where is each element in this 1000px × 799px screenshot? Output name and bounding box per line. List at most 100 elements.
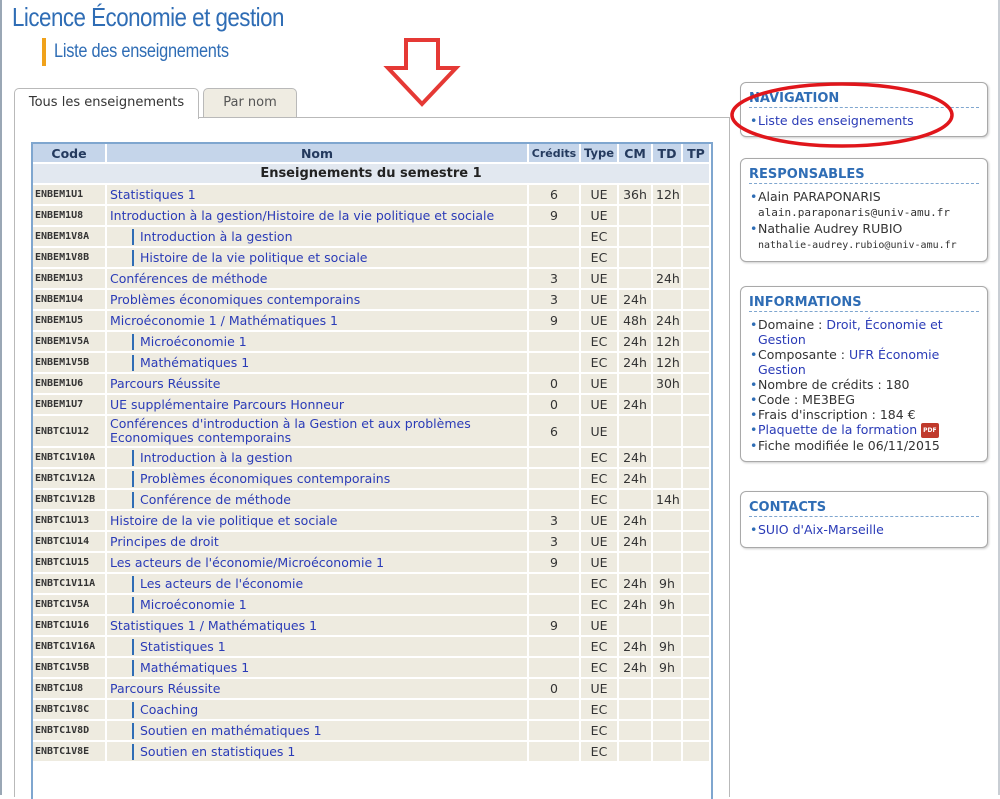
course-name-ec-link[interactable]: Soutien en statistiques 1 bbox=[132, 743, 295, 760]
course-name-ec-link[interactable]: Microéconomie 1 bbox=[132, 333, 247, 350]
course-name-ec-link[interactable]: Mathématiques 1 bbox=[132, 659, 249, 676]
course-tp bbox=[683, 700, 709, 719]
course-code: ENBTC1V12A bbox=[33, 469, 105, 488]
responsable-item: Alain PARAPONARIS alain.paraponaris@univ… bbox=[750, 189, 987, 220]
course-cm bbox=[619, 269, 651, 288]
course-cm bbox=[619, 742, 651, 761]
course-cm bbox=[619, 700, 651, 719]
course-td bbox=[653, 448, 681, 467]
course-type: UE bbox=[581, 511, 617, 530]
course-cm bbox=[619, 721, 651, 740]
course-cm: 24h bbox=[619, 332, 651, 351]
course-cm: 24h bbox=[619, 448, 651, 467]
col-header-code[interactable]: Code bbox=[33, 144, 105, 162]
course-td: 24h bbox=[653, 269, 681, 288]
table-row: ENBEM1U5 Microéconomie 1 / Mathématiques … bbox=[33, 311, 709, 330]
course-name-ue-link[interactable]: Statistiques 1 / Mathématiques 1 bbox=[110, 618, 317, 633]
course-cm: 24h bbox=[619, 511, 651, 530]
course-name-ue-link[interactable]: Principes de droit bbox=[110, 534, 219, 549]
col-header-td[interactable]: TD bbox=[653, 144, 681, 162]
suio-link[interactable]: SUIO d'Aix-Marseille bbox=[758, 522, 884, 537]
course-credits: 9 bbox=[529, 553, 579, 572]
course-name-ec-link[interactable]: Soutien en mathématiques 1 bbox=[132, 722, 322, 739]
course-name-ec-link[interactable]: Introduction à la gestion bbox=[132, 449, 293, 466]
course-credits bbox=[529, 721, 579, 740]
course-td bbox=[653, 227, 681, 246]
course-name-ec-link[interactable]: Conférence de méthode bbox=[132, 491, 291, 508]
course-name-ue-link[interactable]: UE supplémentaire Parcours Honneur bbox=[110, 397, 344, 412]
responsable-email[interactable]: alain.paraponaris@univ-amu.fr bbox=[758, 206, 950, 219]
course-name-ec-link[interactable]: Statistiques 1 bbox=[132, 638, 226, 655]
course-cm: 24h bbox=[619, 395, 651, 414]
col-header-type[interactable]: Type bbox=[581, 144, 617, 162]
course-type: EC bbox=[581, 574, 617, 593]
course-code: ENBTC1U15 bbox=[33, 553, 105, 572]
course-td: 12h bbox=[653, 185, 681, 204]
course-td bbox=[653, 742, 681, 761]
course-code: ENBTC1U13 bbox=[33, 511, 105, 530]
semester-title: Enseignements du semestre 1 bbox=[33, 164, 709, 183]
table-row: ENBTC1U8 Parcours Réussite 0 UE bbox=[33, 679, 709, 698]
course-type: EC bbox=[581, 595, 617, 614]
course-tp bbox=[683, 448, 709, 467]
course-name-ue-link[interactable]: Parcours Réussite bbox=[110, 681, 220, 696]
course-type: UE bbox=[581, 395, 617, 414]
course-type: EC bbox=[581, 332, 617, 351]
course-tp bbox=[683, 416, 709, 446]
course-name-ue-link[interactable]: Conférences d'introduction à la Gestion … bbox=[110, 416, 471, 445]
course-td bbox=[653, 248, 681, 267]
course-name-ec-link[interactable]: Microéconomie 1 bbox=[132, 596, 247, 613]
course-name-ue-link[interactable]: Microéconomie 1 / Mathématiques 1 bbox=[110, 313, 338, 328]
course-code: ENBTC1V8C bbox=[33, 700, 105, 719]
course-name-ue-link[interactable]: Les acteurs de l'économie/Microéconomie … bbox=[110, 555, 384, 570]
course-td bbox=[653, 721, 681, 740]
course-tp bbox=[683, 469, 709, 488]
course-type: UE bbox=[581, 311, 617, 330]
course-code: ENBEM1U1 bbox=[33, 185, 105, 204]
course-td bbox=[653, 290, 681, 309]
course-name: Coaching bbox=[107, 700, 527, 719]
table-row: ENBEM1U1 Statistiques 1 6 UE 36h 12h bbox=[33, 185, 709, 204]
course-code: ENBTC1V8E bbox=[33, 742, 105, 761]
course-name-ue-link[interactable]: Statistiques 1 bbox=[110, 187, 196, 202]
course-type: UE bbox=[581, 185, 617, 204]
course-name-ec-link[interactable]: Histoire de la vie politique et sociale bbox=[132, 249, 368, 266]
course-type: UE bbox=[581, 206, 617, 225]
info-frais: Frais d'inscription : 184 € bbox=[750, 407, 987, 422]
course-name-ec-link[interactable]: Introduction à la gestion bbox=[132, 228, 293, 245]
col-header-nom[interactable]: Nom bbox=[107, 144, 527, 162]
course-code: ENBEM1U7 bbox=[33, 395, 105, 414]
course-name-ue-link[interactable]: Histoire de la vie politique et sociale bbox=[110, 513, 338, 528]
info-fiche: Fiche modifiée le 06/11/2015 bbox=[750, 438, 987, 453]
course-name: Parcours Réussite bbox=[107, 679, 527, 698]
course-cm: 24h bbox=[619, 353, 651, 372]
course-name-ue-link[interactable]: Conférences de méthode bbox=[110, 271, 267, 286]
plaquette-link[interactable]: Plaquette de la formation bbox=[758, 422, 917, 437]
info-domaine-label: Domaine : bbox=[758, 317, 827, 332]
tab-tous-les-enseignements[interactable]: Tous les enseignements bbox=[14, 88, 199, 119]
course-credits bbox=[529, 574, 579, 593]
info-composante: Composante : UFR Économie Gestion bbox=[750, 347, 987, 377]
course-tp bbox=[683, 248, 709, 267]
responsable-email[interactable]: nathalie-audrey.rubio@univ-amu.fr bbox=[758, 240, 957, 251]
course-name-ec-link[interactable]: Problèmes économiques contemporains bbox=[132, 470, 390, 487]
course-cm bbox=[619, 206, 651, 225]
col-header-tp[interactable]: TP bbox=[683, 144, 709, 162]
col-header-credits[interactable]: Crédits bbox=[529, 144, 579, 162]
course-credits bbox=[529, 353, 579, 372]
info-domaine: Domaine : Droit, Économie et Gestion bbox=[750, 317, 987, 347]
course-name-ec-link[interactable]: Les acteurs de l'économie bbox=[132, 575, 303, 592]
course-tp bbox=[683, 269, 709, 288]
course-name-ec-link[interactable]: Coaching bbox=[132, 701, 198, 718]
course-name-ue-link[interactable]: Introduction à la gestion/Histoire de la… bbox=[110, 208, 494, 223]
tab-par-nom[interactable]: Par nom bbox=[203, 88, 297, 117]
col-header-cm[interactable]: CM bbox=[619, 144, 651, 162]
table-row: ENBEM1U7 UE supplémentaire Parcours Honne… bbox=[33, 395, 709, 414]
course-tp bbox=[683, 353, 709, 372]
course-name-ue-link[interactable]: Parcours Réussite bbox=[110, 376, 220, 391]
course-type: EC bbox=[581, 490, 617, 509]
course-name-ue-link[interactable]: Problèmes économiques contemporains bbox=[110, 292, 360, 307]
contact-item: SUIO d'Aix-Marseille bbox=[750, 522, 987, 537]
table-row: ENBTC1U13 Histoire de la vie politique et… bbox=[33, 511, 709, 530]
course-name-ec-link[interactable]: Mathématiques 1 bbox=[132, 354, 249, 371]
